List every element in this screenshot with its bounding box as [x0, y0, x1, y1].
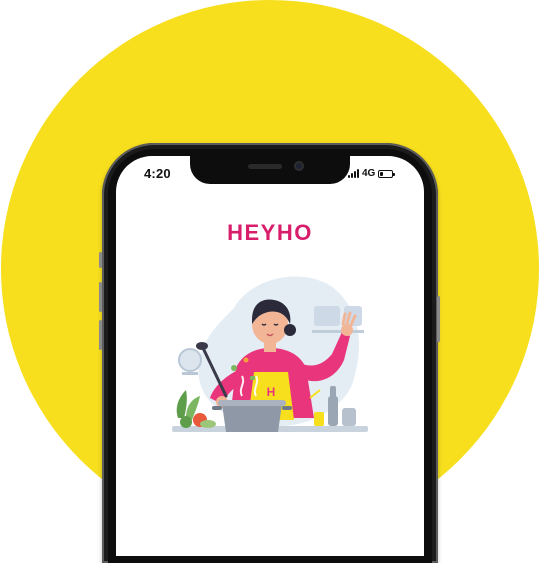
mute-switch [99, 252, 102, 268]
app-title: HEYHO [227, 220, 313, 245]
status-time: 4:20 [144, 166, 171, 181]
volume-up-button [99, 282, 102, 312]
network-type: 4G [362, 168, 376, 179]
front-camera [294, 161, 304, 171]
chef-cooking-illustration: H [172, 276, 368, 432]
signal-icon [348, 169, 359, 178]
apron-letter: H [267, 385, 276, 399]
earpiece-speaker [248, 164, 282, 169]
status-indicators: 4G [348, 168, 396, 179]
volume-down-button [99, 320, 102, 350]
power-button [437, 296, 440, 342]
phone-screen: 4:20 4G HEYHO H [116, 156, 424, 556]
battery-icon [378, 169, 396, 178]
notch [190, 156, 350, 184]
